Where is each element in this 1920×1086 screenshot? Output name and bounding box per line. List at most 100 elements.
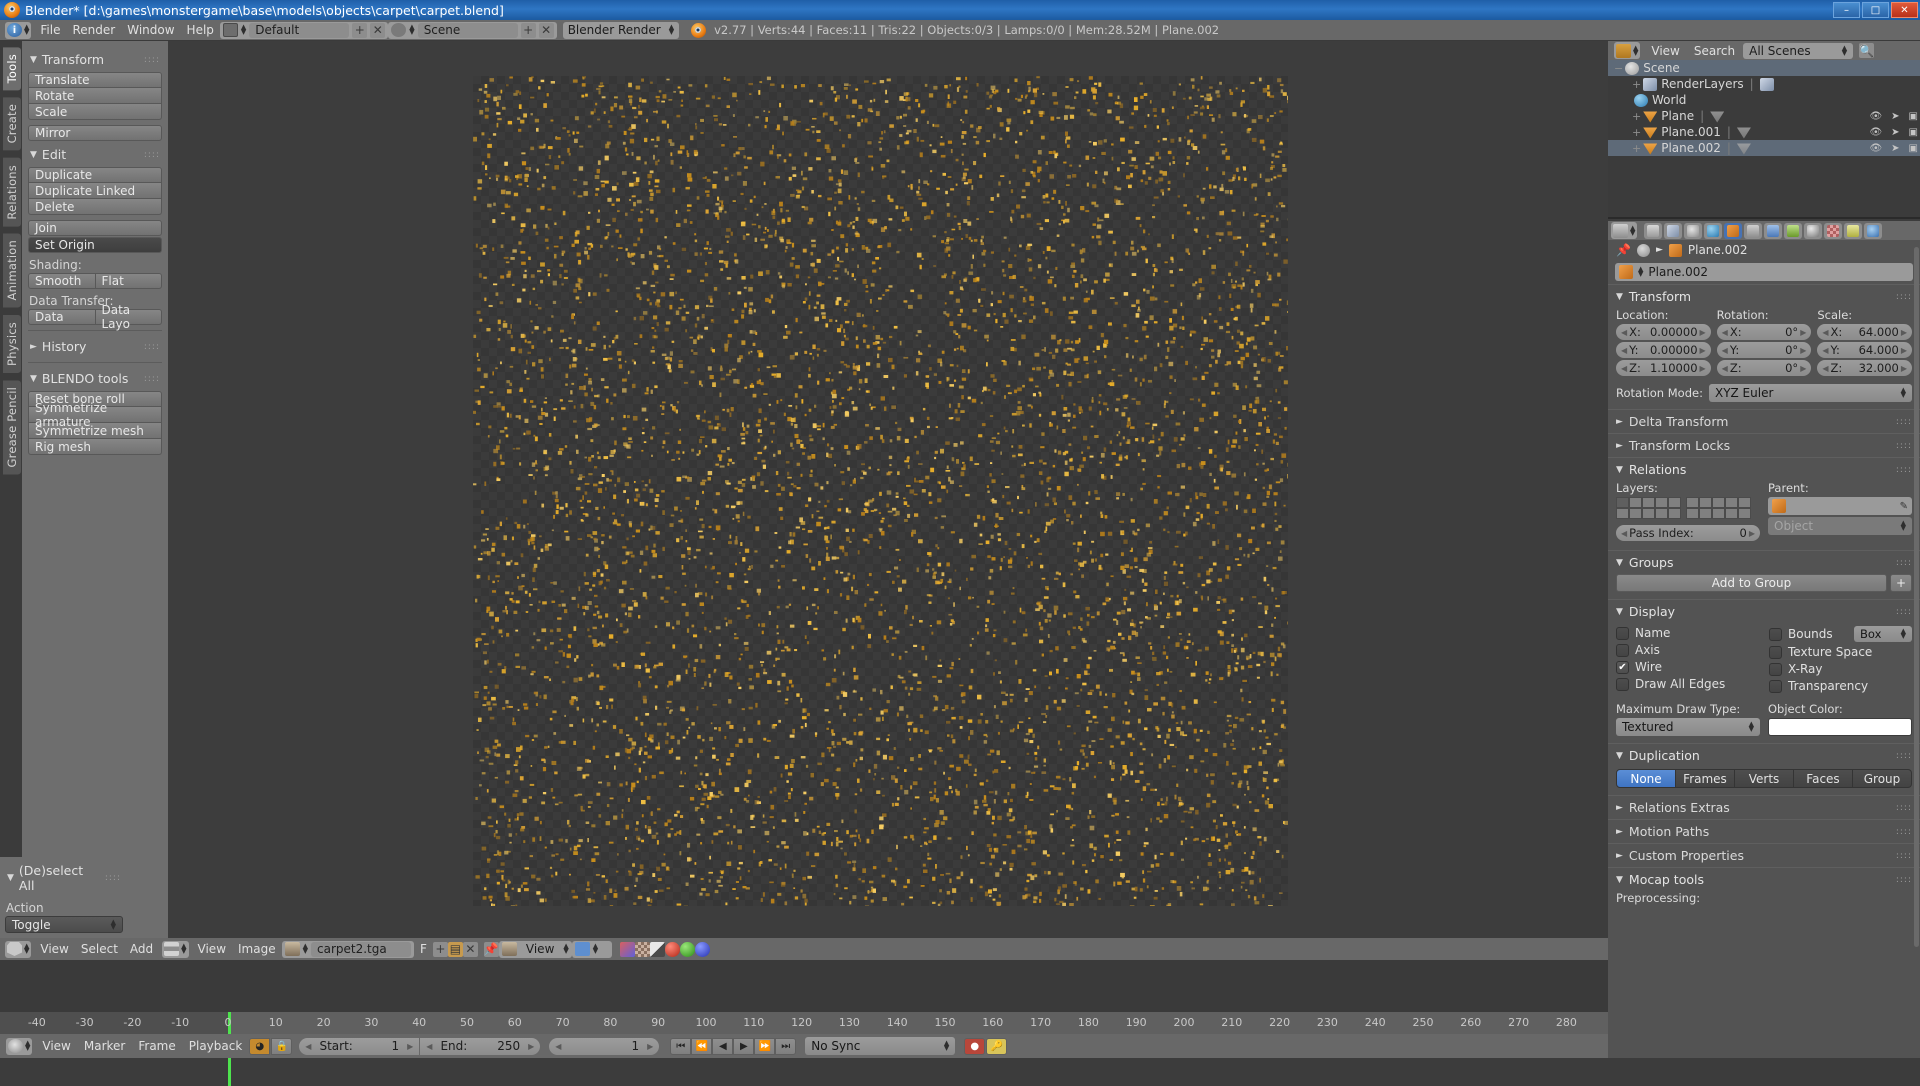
properties-tab-particles-icon[interactable] bbox=[1844, 223, 1862, 239]
shading-buttons[interactable]: Smooth Flat bbox=[28, 273, 162, 289]
expander-icon[interactable]: + bbox=[1632, 78, 1641, 91]
panel-header-relations-extras[interactable]: ►Relations Extras:::: bbox=[1608, 795, 1920, 819]
pass-index-field[interactable]: ◀ Pass Index: 0 ▶ bbox=[1616, 525, 1760, 541]
tool-translate[interactable]: Translate bbox=[28, 72, 162, 88]
display-option-wire[interactable]: ✔Wire bbox=[1616, 660, 1759, 674]
tool-shade-flat[interactable]: Flat bbox=[96, 273, 163, 289]
layer-cell[interactable] bbox=[1738, 508, 1751, 519]
pin-icon[interactable]: 📌 bbox=[484, 942, 499, 957]
tool-scale[interactable]: Scale bbox=[28, 104, 162, 120]
checkbox[interactable]: ✔ bbox=[1616, 661, 1629, 674]
editor-type-selector-info[interactable]: i ▲▼ bbox=[5, 22, 31, 39]
panel-header-edit[interactable]: ▼ Edit :::: bbox=[28, 144, 162, 165]
editor-type-selector-timeline[interactable]: ▲▼ bbox=[6, 1038, 32, 1055]
uv-menu-select-left[interactable]: Select bbox=[75, 941, 124, 958]
outliner-row-world[interactable]: World bbox=[1608, 92, 1920, 108]
tool-rotate[interactable]: Rotate bbox=[28, 88, 162, 104]
layer-cell[interactable] bbox=[1725, 497, 1738, 508]
tool-delete[interactable]: Delete bbox=[28, 199, 162, 215]
transport-controls[interactable]: ⏮ ⏪ ◀ ▶ ⏩ ⏭ bbox=[670, 1038, 796, 1055]
checkbox[interactable] bbox=[1616, 644, 1629, 657]
layer-cell[interactable] bbox=[1712, 497, 1725, 508]
panel-header-duplication[interactable]: ▼ Duplication :::: bbox=[1608, 743, 1920, 767]
parent-type-dropdown[interactable]: Object ▲▼ bbox=[1768, 517, 1912, 535]
key-icon[interactable]: 🔑 bbox=[986, 1038, 1007, 1055]
tab-tools[interactable]: Tools bbox=[3, 47, 21, 90]
camera-icon[interactable]: ▣ bbox=[1909, 127, 1918, 138]
layer-cell[interactable] bbox=[1699, 497, 1712, 508]
timeline-menu-frame[interactable]: Frame bbox=[132, 1038, 181, 1055]
menu-render[interactable]: Render bbox=[66, 22, 121, 39]
duplication-segmented-control[interactable]: NoneFramesVertsFacesGroup bbox=[1616, 769, 1912, 788]
tool-duplicate-linked[interactable]: Duplicate Linked bbox=[28, 183, 162, 199]
view-mode-selector[interactable]: View ▲▼ bbox=[499, 941, 572, 958]
panel-header-delta-transform[interactable]: ► Delta Transform :::: bbox=[1608, 409, 1920, 433]
panel-header-transform[interactable]: ▼ Transform :::: bbox=[28, 49, 162, 70]
start-frame-field[interactable]: ◀ Start: 1 ▶ bbox=[299, 1038, 419, 1055]
uv-menu-view-left[interactable]: View bbox=[34, 941, 74, 958]
rotation-field-y[interactable]: ◀Y:0°▶ bbox=[1717, 342, 1812, 358]
tab-grease-pencil[interactable]: Grease Pencil bbox=[3, 380, 21, 474]
object-color-swatch[interactable] bbox=[1768, 718, 1912, 736]
tool-symmetrize-mesh[interactable]: Symmetrize mesh bbox=[28, 423, 162, 439]
location-field-z[interactable]: ◀Z:1.10000▶ bbox=[1616, 360, 1711, 376]
scene-name[interactable]: Scene bbox=[418, 23, 518, 38]
tab-animation[interactable]: Animation bbox=[3, 233, 21, 307]
outliner-row-toggles[interactable]: 👁➤▣ bbox=[1869, 111, 1918, 122]
play-icon[interactable]: ▶ bbox=[733, 1038, 754, 1055]
delete-screen-layout-button[interactable]: ✕ bbox=[370, 23, 385, 38]
layer-grid[interactable] bbox=[1616, 497, 1760, 519]
menu-window[interactable]: Window bbox=[121, 22, 180, 39]
tab-create[interactable]: Create bbox=[3, 97, 21, 150]
tool-join[interactable]: Join bbox=[28, 220, 162, 236]
object-name-field[interactable]: ▲▼ Plane.002 bbox=[1615, 263, 1913, 281]
display-option-name[interactable]: Name bbox=[1616, 626, 1759, 640]
layer-cell[interactable] bbox=[1616, 497, 1629, 508]
checkbox[interactable] bbox=[1616, 678, 1629, 691]
editor-type-selector-uv[interactable]: ▲▼ bbox=[162, 941, 188, 958]
properties-tab-row[interactable] bbox=[1644, 223, 1882, 239]
panel-header-groups[interactable]: ▼ Groups :::: bbox=[1608, 550, 1920, 574]
image-name[interactable]: carpet2.tga bbox=[311, 942, 411, 957]
bounds-type-dropdown[interactable]: Box▲▼ bbox=[1854, 626, 1912, 642]
layer-cell[interactable] bbox=[1642, 497, 1655, 508]
editor-type-selector-3dview[interactable]: ▲▼ bbox=[5, 941, 31, 958]
object-name-value[interactable]: Plane.002 bbox=[1648, 265, 1708, 279]
close-button[interactable]: ✕ bbox=[1891, 2, 1918, 18]
tool-data-layout[interactable]: Data Layo bbox=[96, 309, 163, 325]
layer-cell[interactable] bbox=[1699, 508, 1712, 519]
tool-set-origin[interactable]: Set Origin bbox=[28, 237, 162, 253]
alpha-icon[interactable] bbox=[635, 942, 650, 957]
properties-tab-renderlayers-icon[interactable] bbox=[1664, 223, 1682, 239]
properties-scrollbar[interactable] bbox=[1914, 247, 1919, 947]
outliner-row-plane-001[interactable]: +Plane.001|👁➤▣ bbox=[1608, 124, 1920, 140]
scale-field-z[interactable]: ◀Z:32.000▶ bbox=[1817, 360, 1912, 376]
fake-user-button[interactable]: F bbox=[414, 941, 433, 958]
mesh-data-icon[interactable] bbox=[1737, 142, 1751, 155]
green-channel-icon[interactable] bbox=[680, 942, 695, 957]
action-dropdown[interactable]: Toggle ▲▼ bbox=[5, 916, 123, 933]
tool-data-transfer[interactable]: Data bbox=[28, 309, 96, 325]
properties-tab-constraints-icon[interactable] bbox=[1744, 223, 1762, 239]
minimize-button[interactable]: – bbox=[1833, 2, 1860, 18]
display-option-draw-all-edges[interactable]: Draw All Edges bbox=[1616, 677, 1759, 691]
panel-header-history[interactable]: ► History :::: bbox=[28, 336, 162, 357]
unlink-image-button[interactable]: ✕ bbox=[463, 942, 478, 957]
scale-field-y[interactable]: ◀Y:64.000▶ bbox=[1817, 342, 1912, 358]
layer-cell[interactable] bbox=[1686, 508, 1699, 519]
tab-physics[interactable]: Physics bbox=[3, 315, 21, 373]
timeline-ruler[interactable]: -40-30-20-100102030405060708090100110120… bbox=[0, 1012, 1608, 1034]
operator-redo-panel[interactable]: ▼ (De)select All :::: Action Toggle ▲▼ bbox=[0, 857, 128, 938]
3d-viewport-region[interactable]: Tools Create Relations Animation Physics… bbox=[0, 41, 1608, 938]
tool-mirror[interactable]: Mirror bbox=[28, 125, 162, 141]
sync-mode-dropdown[interactable]: No Sync ▲▼ bbox=[805, 1037, 955, 1055]
panel-header-transform-locks[interactable]: ► Transform Locks :::: bbox=[1608, 433, 1920, 457]
outliner-editor[interactable]: ▲▼ View Search All Scenes ▲▼ 🔍 −Scene+Re… bbox=[1608, 41, 1920, 219]
camera-icon[interactable]: ▣ bbox=[1909, 143, 1918, 154]
add-screen-layout-button[interactable]: + bbox=[352, 23, 367, 38]
operator-panel-header[interactable]: ▼ (De)select All :::: bbox=[5, 860, 123, 896]
tool-rig-mesh[interactable]: Rig mesh bbox=[28, 439, 162, 455]
duplication-option-verts[interactable]: Verts bbox=[1735, 769, 1794, 788]
duplication-option-group[interactable]: Group bbox=[1853, 769, 1912, 788]
prev-keyframe-icon[interactable]: ⏪ bbox=[691, 1038, 712, 1055]
